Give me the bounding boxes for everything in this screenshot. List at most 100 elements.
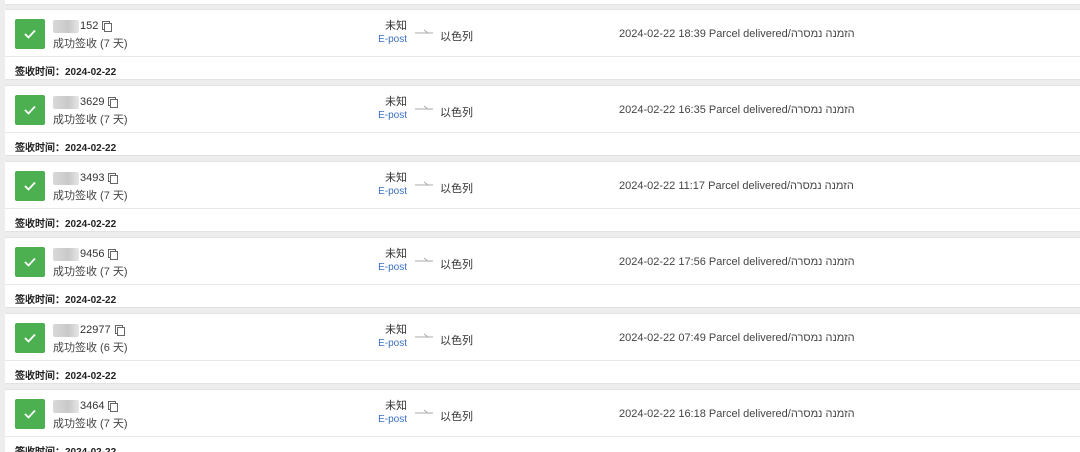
sign-time-row: 签收时间：2024-02-22	[15, 291, 116, 306]
destination-country: 以色列	[440, 335, 473, 347]
previous-card-edge	[5, 0, 1080, 5]
destination-country: 以色列	[440, 411, 473, 423]
parcel-card[interactable]: 152 成功签收 (7 天) 未知 E-post 以色列 2024-02-22 …	[5, 9, 1080, 80]
redacted-prefix	[53, 323, 79, 337]
sign-time-row: 签收时间：2024-02-22	[15, 215, 116, 230]
copy-icon[interactable]	[102, 21, 113, 32]
latest-event[interactable]: 2024-02-22 16:35 Parcel delivered/הזמנה …	[619, 104, 855, 116]
carrier-info: 未知 E-post	[378, 172, 407, 198]
copy-icon[interactable]	[108, 401, 119, 412]
check-icon	[24, 29, 36, 39]
carrier-info: 未知 E-post	[378, 248, 407, 274]
event-time: 2024-02-22 11:17	[619, 180, 706, 192]
carrier-name[interactable]: E-post	[378, 109, 407, 122]
delivery-status: 成功签收 (7 天)	[53, 418, 128, 430]
carrier-name[interactable]: E-post	[378, 413, 407, 426]
sign-time-label: 签收时间：	[15, 371, 65, 382]
carrier-name[interactable]: E-post	[378, 33, 407, 46]
check-icon	[24, 409, 36, 419]
tracking-suffix: 3464	[80, 400, 105, 412]
tracking-suffix: 9456	[80, 248, 105, 260]
sign-time-value: 2024-02-22	[65, 67, 117, 78]
check-icon	[24, 333, 36, 343]
carrier-info: 未知 E-post	[378, 324, 407, 350]
parcel-card[interactable]: 3464 成功签收 (7 天) 未知 E-post 以色列 2024-02-22…	[5, 389, 1080, 452]
tracking-number[interactable]: 3629	[53, 95, 119, 109]
parcel-card-main: 152 成功签收 (7 天) 未知 E-post 以色列 2024-02-22 …	[5, 10, 1080, 57]
tracking-number[interactable]: 22977	[53, 323, 125, 337]
sign-time-value: 2024-02-22	[65, 143, 117, 154]
sign-time-row: 签收时间：2024-02-22	[15, 63, 116, 78]
delivery-status: 成功签收 (7 天)	[53, 266, 128, 278]
parcel-card[interactable]: 3493 成功签收 (7 天) 未知 E-post 以色列 2024-02-22…	[5, 161, 1080, 232]
copy-icon[interactable]	[108, 97, 119, 108]
destination-country: 以色列	[440, 259, 473, 271]
copy-icon[interactable]	[114, 325, 125, 336]
status-badge	[15, 95, 45, 125]
status-badge	[15, 399, 45, 429]
destination-country: 以色列	[440, 31, 473, 43]
carrier-name[interactable]: E-post	[378, 261, 407, 274]
status-badge	[15, 171, 45, 201]
origin-country: 未知	[385, 400, 407, 412]
tracking-number[interactable]: 9456	[53, 247, 119, 261]
status-badge	[15, 247, 45, 277]
redacted-prefix	[53, 19, 79, 33]
sign-time-label: 签收时间：	[15, 295, 65, 306]
sign-time-row: 签收时间：2024-02-22	[15, 367, 116, 382]
event-text: Parcel delivered/הזמנה נמסרה	[708, 28, 855, 40]
delivery-status: 成功签收 (7 天)	[53, 38, 128, 50]
event-text: Parcel delivered/הזמנה נמסרה	[708, 104, 855, 116]
origin-country: 未知	[385, 324, 407, 336]
copy-icon[interactable]	[108, 249, 119, 260]
event-time: 2024-02-22 17:56	[619, 256, 706, 268]
sign-time-row: 签收时间：2024-02-22	[15, 139, 116, 154]
event-time: 2024-02-22 07:49	[619, 332, 706, 344]
status-badge	[15, 323, 45, 353]
tracking-number[interactable]: 152	[53, 19, 113, 33]
tracking-number[interactable]: 3464	[53, 399, 119, 413]
carrier-name[interactable]: E-post	[378, 337, 407, 350]
destination-country: 以色列	[440, 107, 473, 119]
route-arrow-icon	[415, 257, 433, 262]
tracking-suffix: 3629	[80, 96, 105, 108]
latest-event[interactable]: 2024-02-22 11:17 Parcel delivered/הזמנה …	[619, 180, 854, 192]
sign-time-label: 签收时间：	[15, 447, 65, 452]
redacted-prefix	[53, 247, 79, 261]
carrier-info: 未知 E-post	[378, 20, 407, 46]
sign-time-label: 签收时间：	[15, 219, 65, 230]
redacted-prefix	[53, 95, 79, 109]
sign-time-label: 签收时间：	[15, 67, 65, 78]
parcel-card[interactable]: 3629 成功签收 (7 天) 未知 E-post 以色列 2024-02-22…	[5, 85, 1080, 156]
delivery-status: 成功签收 (7 天)	[53, 114, 128, 126]
sign-time-value: 2024-02-22	[65, 219, 117, 230]
origin-country: 未知	[385, 20, 407, 32]
parcel-card-main: 9456 成功签收 (7 天) 未知 E-post 以色列 2024-02-22…	[5, 238, 1080, 285]
carrier-info: 未知 E-post	[378, 96, 407, 122]
tracking-number[interactable]: 3493	[53, 171, 119, 185]
latest-event[interactable]: 2024-02-22 16:18 Parcel delivered/הזמנה …	[619, 408, 855, 420]
route-arrow-icon	[415, 409, 433, 414]
origin-country: 未知	[385, 96, 407, 108]
latest-event[interactable]: 2024-02-22 17:56 Parcel delivered/הזמנה …	[619, 256, 855, 268]
event-text: Parcel delivered/הזמנה נמסרה	[708, 408, 855, 420]
event-time: 2024-02-22 18:39	[619, 28, 706, 40]
origin-country: 未知	[385, 248, 407, 260]
latest-event[interactable]: 2024-02-22 07:49 Parcel delivered/הזמנה …	[619, 332, 855, 344]
parcel-card-main: 3629 成功签收 (7 天) 未知 E-post 以色列 2024-02-22…	[5, 86, 1080, 133]
copy-icon[interactable]	[108, 173, 119, 184]
parcel-list: 152 成功签收 (7 天) 未知 E-post 以色列 2024-02-22 …	[0, 0, 1080, 452]
origin-country: 未知	[385, 172, 407, 184]
latest-event[interactable]: 2024-02-22 18:39 Parcel delivered/הזמנה …	[619, 28, 855, 40]
parcel-card[interactable]: 22977 成功签收 (6 天) 未知 E-post 以色列 2024-02-2…	[5, 313, 1080, 384]
route-arrow-icon	[415, 333, 433, 338]
carrier-name[interactable]: E-post	[378, 185, 407, 198]
sign-time-value: 2024-02-22	[65, 295, 117, 306]
sign-time-value: 2024-02-22	[65, 371, 117, 382]
route-arrow-icon	[415, 29, 433, 34]
event-time: 2024-02-22 16:35	[619, 104, 706, 116]
parcel-card[interactable]: 9456 成功签收 (7 天) 未知 E-post 以色列 2024-02-22…	[5, 237, 1080, 308]
parcel-card-main: 22977 成功签收 (6 天) 未知 E-post 以色列 2024-02-2…	[5, 314, 1080, 361]
status-badge	[15, 19, 45, 49]
event-text: Parcel delivered/הזמנה נמסרה	[708, 332, 855, 344]
